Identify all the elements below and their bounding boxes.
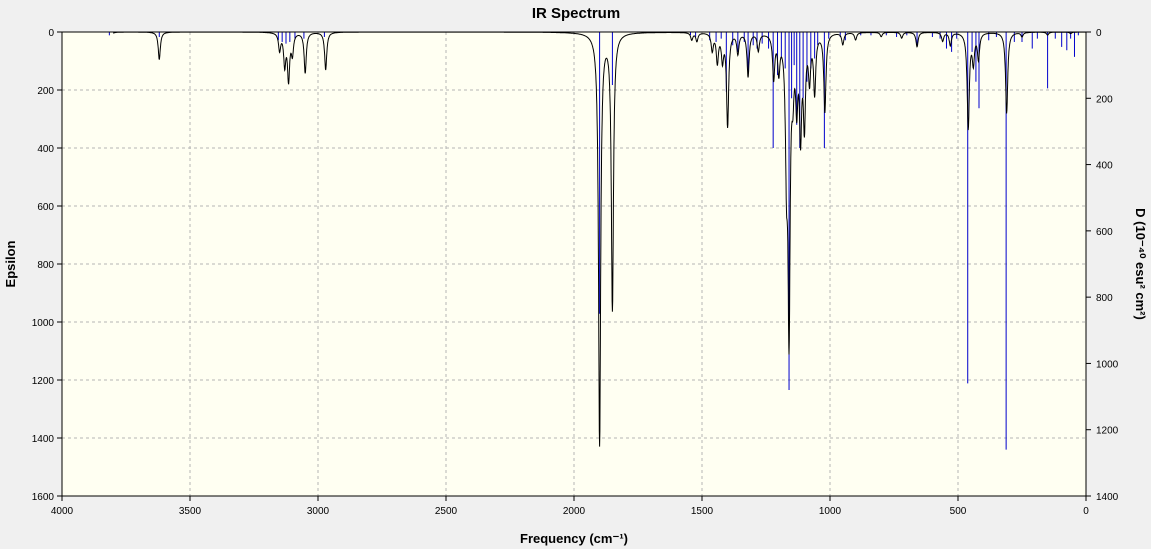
y-tick-label: 1200 [32, 376, 55, 387]
y-tick-label: 0 [48, 28, 54, 39]
ir-spectrum-chart: IR Spectrum 4000 3500 3000 2500 2000 1500 1000… [0, 0, 1151, 549]
y-tick-label: 800 [37, 260, 54, 271]
x-tick-label: 1500 [691, 506, 714, 517]
x-tick-label: 4000 [51, 506, 74, 517]
y-tick-label: 1000 [32, 318, 55, 329]
x-tick-label: 1000 [819, 506, 842, 517]
y2-tick-label: 0 [1096, 28, 1102, 39]
y2-tick-label: 600 [1096, 227, 1113, 238]
x-tick-label: 500 [950, 506, 967, 517]
x-tick-label: 2500 [435, 506, 458, 517]
x-tick-label: 3000 [307, 506, 330, 517]
chart-title: IR Spectrum [532, 5, 620, 22]
y-tick-label: 200 [37, 86, 54, 97]
y-tick-label: 1400 [32, 434, 55, 445]
y2-axis-label: D (10⁻⁴⁰ esu² cm²) [1133, 208, 1148, 320]
x-tick-label: 2000 [563, 506, 586, 517]
y2-tick-label: 200 [1096, 94, 1113, 105]
x-tick-label: 3500 [179, 506, 202, 517]
y2-tick-label: 1200 [1096, 426, 1119, 437]
y2-tick-label: 400 [1096, 161, 1113, 172]
y2-tick-label: 800 [1096, 293, 1113, 304]
y2-tick-label: 1000 [1096, 359, 1119, 370]
x-tick-label: 0 [1083, 506, 1089, 517]
y-tick-label: 400 [37, 144, 54, 155]
y2-tick-label: 1400 [1096, 492, 1119, 503]
x-axis-label: Frequency (cm⁻¹) [520, 531, 628, 546]
y-tick-label: 600 [37, 202, 54, 213]
y-axis-label: Epsilon [3, 240, 18, 287]
y-tick-label: 1600 [32, 492, 55, 503]
